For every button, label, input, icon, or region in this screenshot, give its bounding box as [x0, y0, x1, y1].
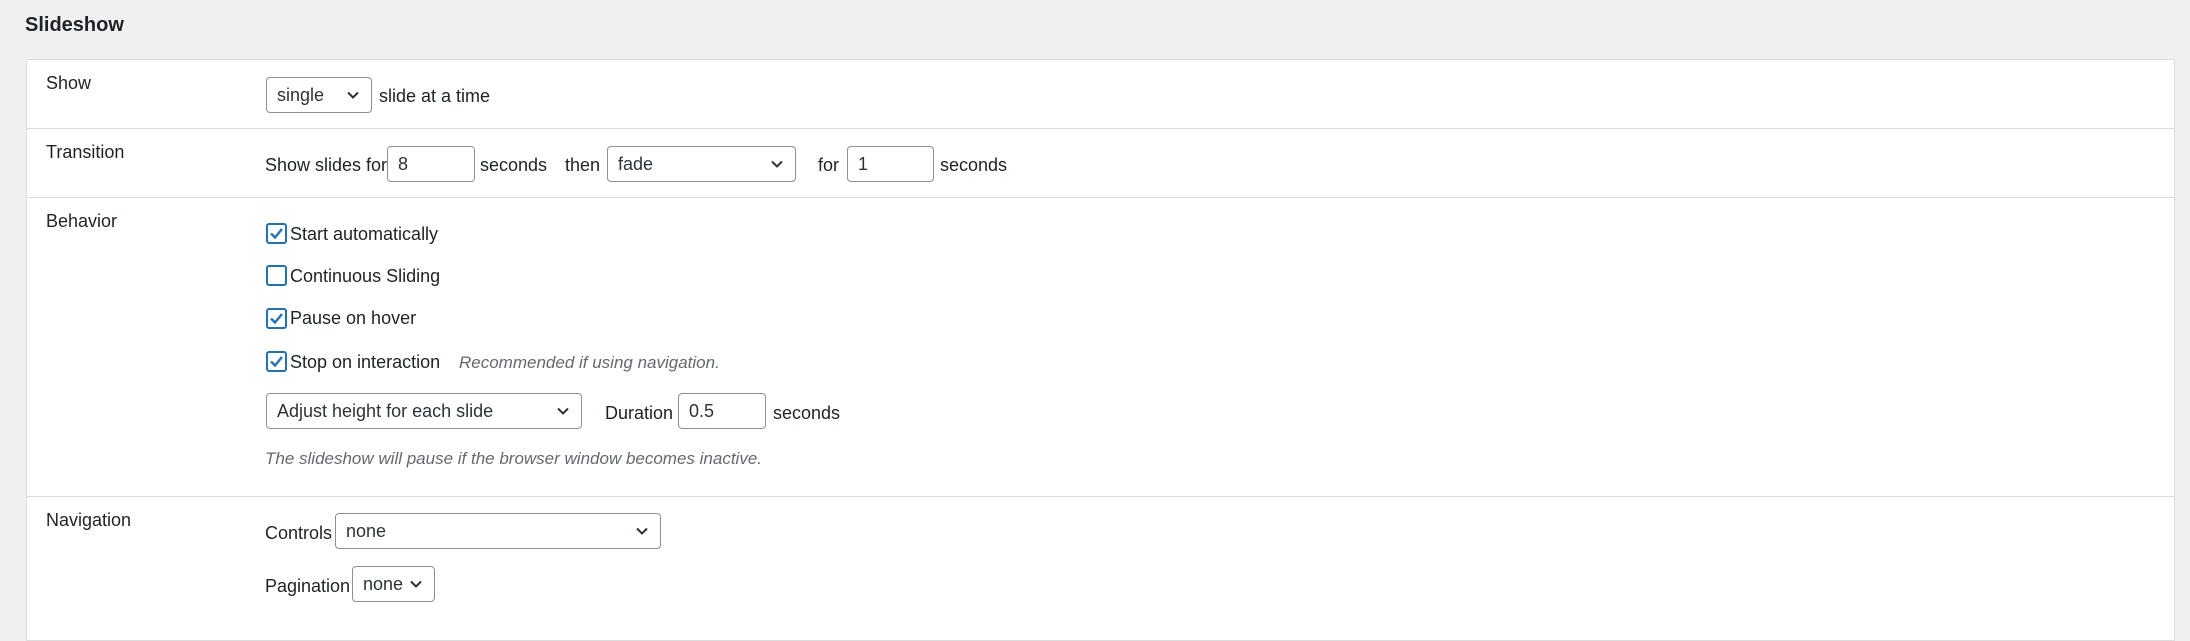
show-suffix: slide at a time	[379, 86, 491, 106]
height-mode-value: Adjust height for each slide	[277, 401, 494, 421]
checkmark-icon	[270, 356, 283, 368]
navigation-label: Navigation	[46, 510, 132, 530]
section-title: Slideshow	[25, 14, 124, 36]
transition-duration-input[interactable]: 1	[847, 146, 934, 182]
transition-effect-select[interactable]: fade	[607, 146, 796, 182]
navigation-row: Navigation Controls none Pagination none	[27, 497, 2174, 640]
controls-select[interactable]: none	[335, 513, 661, 549]
show-for-input[interactable]: 8	[387, 146, 475, 182]
stop-on-interaction-checkbox[interactable]	[266, 351, 287, 372]
behavior-label: Behavior	[46, 211, 118, 231]
pagination-value: none	[363, 574, 404, 594]
show-for-label: Show slides for	[265, 155, 388, 175]
pagination-label: Pagination	[265, 576, 351, 596]
slideshow-settings-panel: Show single slide at a time Transition S…	[26, 59, 2175, 641]
chevron-down-icon	[410, 580, 422, 588]
show-row: Show single slide at a time	[27, 60, 2174, 129]
pause-on-hover-checkbox[interactable]	[266, 308, 287, 329]
transition-effect-value: fade	[618, 154, 654, 174]
pagination-select[interactable]: none	[352, 566, 435, 602]
duration-unit: seconds	[773, 403, 841, 423]
inactive-window-note: The slideshow will pause if the browser …	[265, 449, 763, 468]
then-label: then	[565, 155, 601, 175]
chevron-down-icon	[557, 407, 569, 415]
pause-on-hover-label: Pause on hover	[290, 308, 417, 328]
show-count-select[interactable]: single	[266, 77, 372, 113]
continuous-sliding-label: Continuous Sliding	[290, 266, 441, 286]
duration-label: Duration	[605, 403, 674, 423]
start-automatically-checkbox[interactable]	[266, 223, 287, 244]
for-label: for	[818, 155, 840, 175]
chevron-down-icon	[771, 160, 783, 168]
transition-label: Transition	[46, 142, 125, 162]
start-automatically-label: Start automatically	[290, 224, 439, 244]
show-count-value: single	[277, 85, 325, 105]
checkmark-icon	[270, 313, 283, 325]
duration-input[interactable]: 0.5	[678, 393, 766, 429]
stop-on-interaction-label: Stop on interaction	[290, 352, 441, 372]
transition-row: Transition Show slides for 8 seconds the…	[27, 129, 2174, 198]
behavior-row: Behavior Start automatically Continuous …	[27, 198, 2174, 497]
continuous-sliding-checkbox[interactable]	[266, 265, 287, 286]
show-label: Show	[46, 73, 92, 93]
chevron-down-icon	[347, 91, 359, 99]
seconds-label-2: seconds	[940, 155, 1008, 175]
checkmark-icon	[270, 228, 283, 240]
chevron-down-icon	[636, 527, 648, 535]
controls-value: none	[346, 521, 387, 541]
seconds-label: seconds	[480, 155, 548, 175]
height-mode-select[interactable]: Adjust height for each slide	[266, 393, 582, 429]
stop-interaction-hint: Recommended if using navigation.	[459, 353, 720, 372]
controls-label: Controls	[265, 523, 333, 543]
